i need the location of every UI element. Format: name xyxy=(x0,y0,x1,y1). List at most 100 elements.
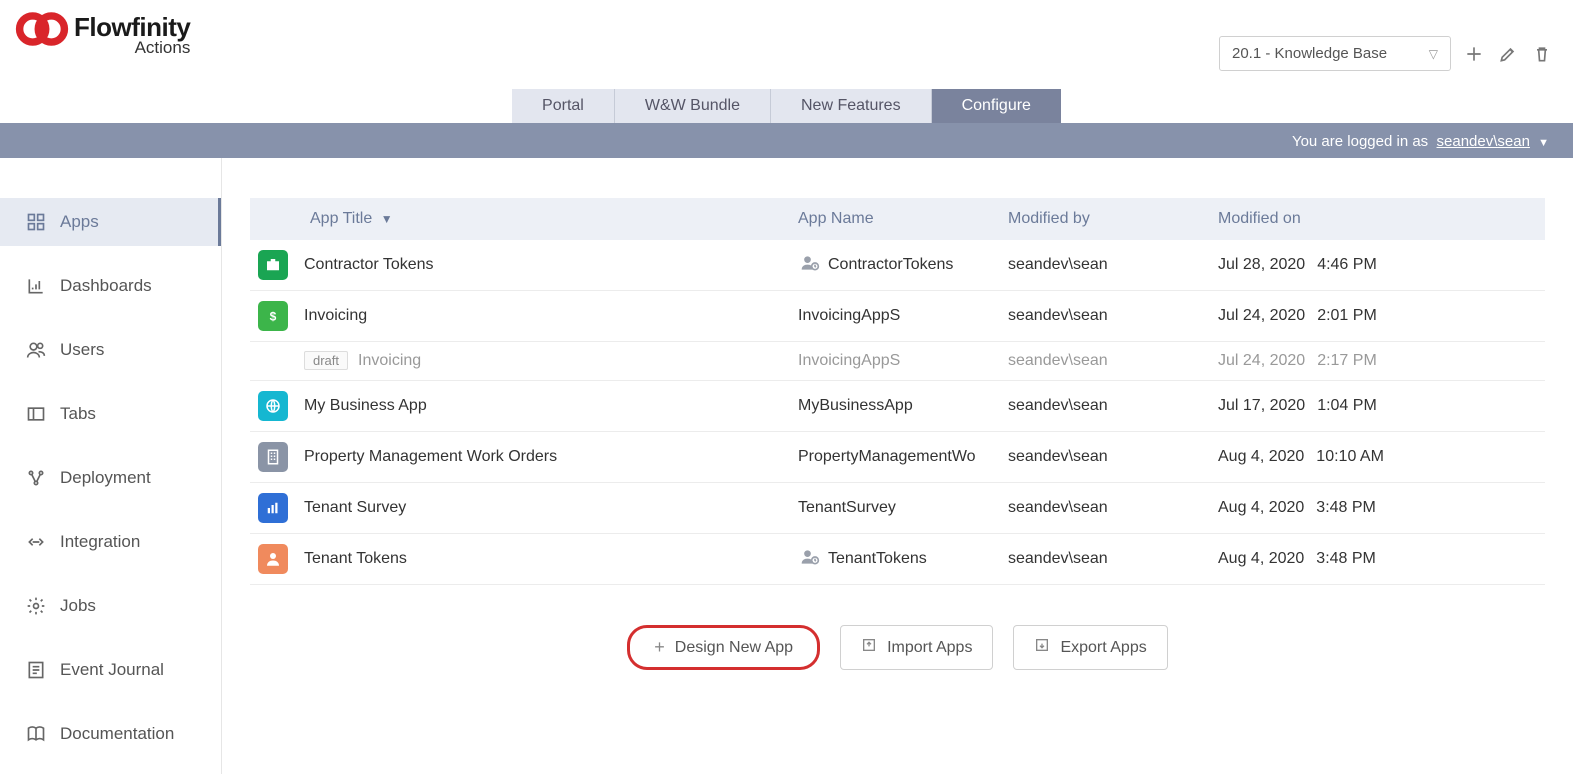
app-name: MyBusinessApp xyxy=(798,397,913,415)
table-row[interactable]: Tenant TokensTenantTokensseandev\seanAug… xyxy=(250,534,1545,585)
cell-modified-on: Aug 4, 2020 3:48 PM xyxy=(1210,534,1545,585)
app-title: Property Management Work Orders xyxy=(304,448,557,466)
delete-icon[interactable] xyxy=(1531,43,1553,65)
modified-time: 3:48 PM xyxy=(1316,550,1376,567)
modified-time: 2:01 PM xyxy=(1317,307,1377,324)
tabs-icon xyxy=(26,404,46,424)
cell-name: InvoicingAppS xyxy=(790,342,1000,381)
sidebar-item-dashboards[interactable]: Dashboards xyxy=(0,262,221,310)
col-header-title-label: App Title xyxy=(310,210,372,227)
design-new-app-button[interactable]: + Design New App xyxy=(627,625,820,670)
tab-ww-bundle[interactable]: W&W Bundle xyxy=(615,89,771,123)
sidebar-item-tabs[interactable]: Tabs xyxy=(0,390,221,438)
cell-modified-on: Jul 28, 2020 4:46 PM xyxy=(1210,240,1545,291)
table-row[interactable]: Contractor Tokens ContractorTokens seandev… xyxy=(250,240,1545,291)
cell-name: InvoicingAppS xyxy=(790,291,1000,342)
chevron-down-icon[interactable]: ▼ xyxy=(1538,137,1549,149)
modified-date: Aug 4, 2020 xyxy=(1218,550,1304,567)
app-name: InvoicingAppS xyxy=(798,307,900,325)
users-icon xyxy=(26,340,46,360)
draft-badge: draft xyxy=(304,351,348,370)
cell-name: MyBusinessApp xyxy=(790,381,1000,432)
cell-modified-by: seandev\sean xyxy=(1000,240,1210,291)
table-row[interactable]: draftInvoicingInvoicingAppSseandev\seanJ… xyxy=(250,342,1545,381)
table-row[interactable]: $InvoicingInvoicingAppSseandev\seanJul 2… xyxy=(250,291,1545,342)
briefcase-icon xyxy=(258,250,288,280)
modified-date: Aug 4, 2020 xyxy=(1218,448,1304,465)
sidebar-item-integration[interactable]: Integration xyxy=(0,518,221,566)
sidebar-item-apps[interactable]: Apps xyxy=(0,198,221,246)
sidebar-item-label: Users xyxy=(60,340,104,360)
cell-modified-by: seandev\sean xyxy=(1000,291,1210,342)
plus-icon: + xyxy=(654,637,665,658)
cell-title: Contractor Tokens xyxy=(250,240,790,291)
cell-modified-by: seandev\sean xyxy=(1000,381,1210,432)
table-row[interactable]: Property Management Work OrdersPropertyM… xyxy=(250,432,1545,483)
col-header-name[interactable]: App Name xyxy=(790,198,1000,240)
col-header-title[interactable]: App Title ▼ xyxy=(250,198,790,240)
sidebar-item-label: Dashboards xyxy=(60,276,152,296)
add-icon[interactable] xyxy=(1463,43,1485,65)
app-title: Contractor Tokens xyxy=(304,256,434,274)
sidebar-item-label: Integration xyxy=(60,532,140,552)
sidebar-item-label: Event Journal xyxy=(60,660,164,680)
action-buttons: + Design New App Import Apps Export Apps xyxy=(250,625,1545,670)
sidebar: Apps Dashboards Users Tabs Deployment xyxy=(0,158,222,774)
design-button-label: Design New App xyxy=(675,639,793,657)
export-button-label: Export Apps xyxy=(1060,639,1146,657)
gear-icon xyxy=(26,596,46,616)
modified-date: Jul 28, 2020 xyxy=(1218,256,1305,273)
sidebar-item-jobs[interactable]: Jobs xyxy=(0,582,221,630)
cell-modified-by: seandev\sean xyxy=(1000,342,1210,381)
modified-time: 10:10 AM xyxy=(1316,448,1384,465)
main-content: App Title ▼ App Name Modified by Modifie… xyxy=(222,158,1573,774)
book-icon xyxy=(26,724,46,744)
edit-icon[interactable] xyxy=(1497,43,1519,65)
app-name: InvoicingAppS xyxy=(798,352,900,370)
table-row[interactable]: Tenant SurveyTenantSurveyseandev\seanAug… xyxy=(250,483,1545,534)
integration-icon xyxy=(26,532,46,552)
cell-modified-on: Jul 17, 20201:04 PM xyxy=(1210,381,1545,432)
knowledge-base-selector[interactable]: 20.1 - Knowledge Base ▽ xyxy=(1219,36,1451,71)
chevron-down-icon: ▽ xyxy=(1429,47,1438,61)
login-username[interactable]: seandev\sean xyxy=(1437,133,1530,150)
cell-modified-on: Aug 4, 2020 10:10 AM xyxy=(1210,432,1545,483)
apps-table: App Title ▼ App Name Modified by Modifie… xyxy=(250,198,1545,585)
brand-name: Flowfinity xyxy=(74,14,190,40)
modified-date: Jul 17, 2020 xyxy=(1218,397,1305,414)
modified-date: Jul 24, 2020 xyxy=(1218,352,1305,369)
login-bar: You are logged in as seandev\sean ▼ xyxy=(0,125,1573,158)
app-name: TenantTokens xyxy=(828,550,927,568)
kb-selector-label: 20.1 - Knowledge Base xyxy=(1232,45,1387,62)
col-header-modby[interactable]: Modified by xyxy=(1000,198,1210,240)
table-row[interactable]: My Business AppMyBusinessAppseandev\sean… xyxy=(250,381,1545,432)
app-title: Tenant Survey xyxy=(304,499,406,517)
export-icon xyxy=(1034,637,1050,658)
journal-icon xyxy=(26,660,46,680)
col-header-modon[interactable]: Modified on xyxy=(1210,198,1545,240)
cell-title: Tenant Survey xyxy=(250,483,790,534)
sidebar-item-deployment[interactable]: Deployment xyxy=(0,454,221,502)
app-name: ContractorTokens xyxy=(828,256,953,274)
modified-date: Jul 24, 2020 xyxy=(1218,307,1305,324)
chart-icon xyxy=(26,276,46,296)
tab-new-features[interactable]: New Features xyxy=(771,89,932,123)
sidebar-item-documentation[interactable]: Documentation xyxy=(0,710,221,758)
cell-modified-by: seandev\sean xyxy=(1000,432,1210,483)
table-header-row: App Title ▼ App Name Modified by Modifie… xyxy=(250,198,1545,240)
sidebar-item-event-journal[interactable]: Event Journal xyxy=(0,646,221,694)
cell-name: ContractorTokens xyxy=(790,240,1000,291)
sidebar-item-users[interactable]: Users xyxy=(0,326,221,374)
app-name: TenantSurvey xyxy=(798,499,896,517)
import-apps-button[interactable]: Import Apps xyxy=(840,625,993,670)
modified-time: 4:46 PM xyxy=(1317,256,1377,273)
tab-configure[interactable]: Configure xyxy=(932,89,1061,123)
export-apps-button[interactable]: Export Apps xyxy=(1013,625,1167,670)
user-clock-icon xyxy=(798,547,822,572)
app-title: Tenant Tokens xyxy=(304,550,407,568)
import-button-label: Import Apps xyxy=(887,639,972,657)
svg-text:$: $ xyxy=(270,310,277,324)
header-controls: 20.1 - Knowledge Base ▽ xyxy=(1219,36,1553,71)
tab-portal[interactable]: Portal xyxy=(512,89,615,123)
cell-title: Tenant Tokens xyxy=(250,534,790,585)
